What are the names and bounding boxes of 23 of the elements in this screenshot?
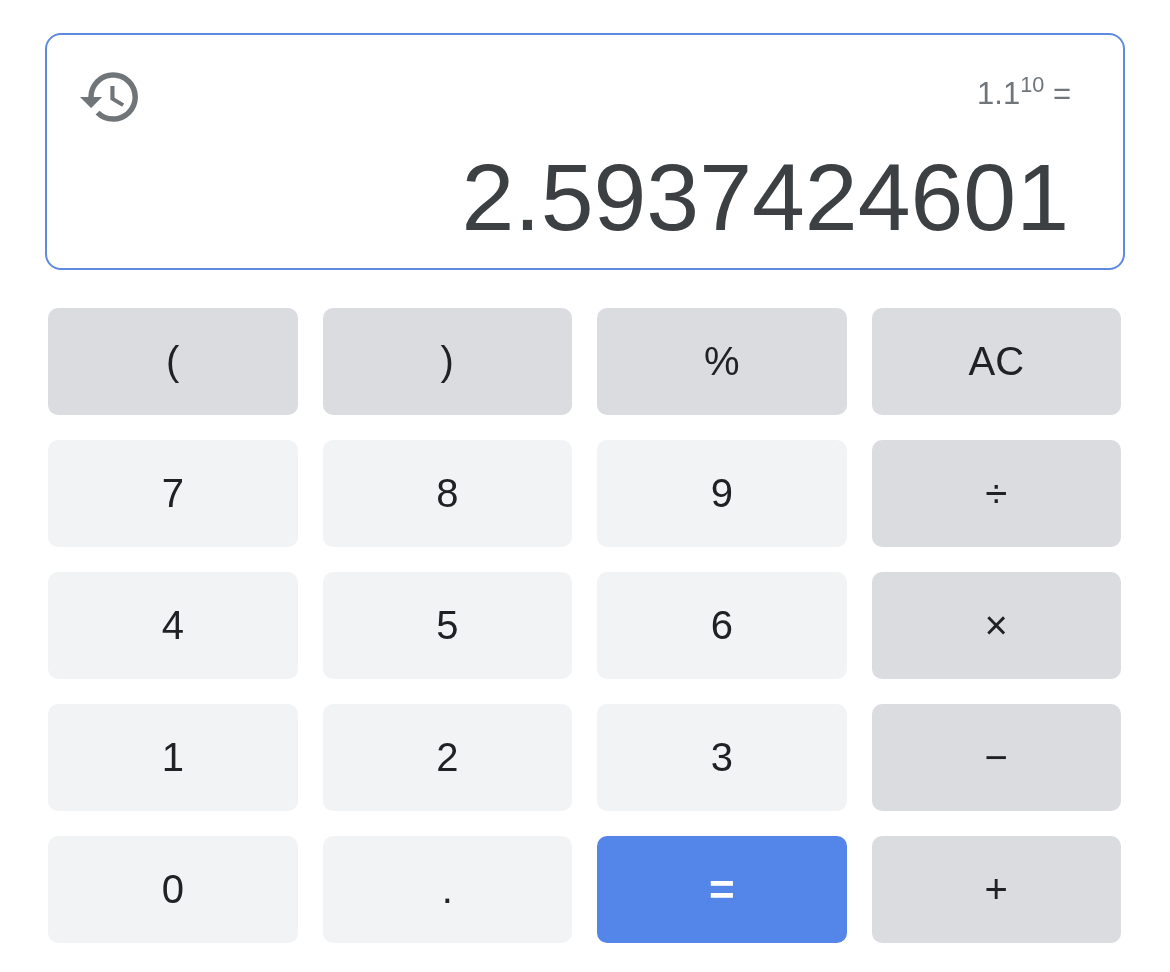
digit-key[interactable]: 8 — [322, 440, 572, 547]
function-key[interactable]: AC — [871, 308, 1121, 415]
digit-key[interactable]: 1 — [48, 704, 298, 811]
digit-key[interactable]: 7 — [48, 440, 298, 547]
digit-key[interactable]: . — [322, 836, 572, 943]
expression-text: 1.1$^{10}$ = — [977, 74, 1071, 113]
function-key[interactable]: + — [871, 836, 1121, 943]
digit-key[interactable]: 5 — [322, 572, 572, 679]
digit-key[interactable]: 9 — [597, 440, 847, 547]
history-icon[interactable] — [80, 72, 138, 122]
function-key[interactable]: × — [871, 572, 1121, 679]
function-key[interactable]: ÷ — [871, 440, 1121, 547]
digit-key[interactable]: 0 — [48, 836, 298, 943]
digit-key[interactable]: 3 — [597, 704, 847, 811]
function-key[interactable]: ( — [48, 308, 298, 415]
equals-key[interactable]: = — [597, 836, 847, 943]
result-text: 2.5937424601 — [461, 143, 1069, 252]
digit-key[interactable]: 4 — [48, 572, 298, 679]
function-key[interactable]: % — [597, 308, 847, 415]
digit-key[interactable]: 6 — [597, 572, 847, 679]
function-key[interactable]: ) — [322, 308, 572, 415]
function-key[interactable]: − — [871, 704, 1121, 811]
digit-key[interactable]: 2 — [322, 704, 572, 811]
